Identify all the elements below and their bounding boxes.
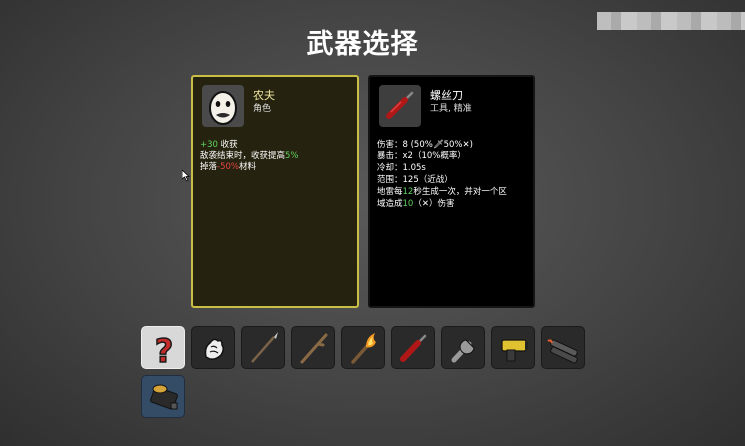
effect-value: -50% [217,162,239,172]
weapon-slot-taser[interactable] [491,326,535,369]
effect-text: 秒生成一次，并对一个区 [413,187,507,197]
weapon-cooldown: 冷却：1.05s [377,163,426,173]
ammo-crate-gun-icon [150,384,178,410]
random-question-icon: ? [154,331,174,370]
effect-value: 5% [285,151,299,161]
screwdriver-icon [400,334,427,362]
effect-text: 地雷每 [377,187,403,197]
harvest-value: +30 [200,140,218,150]
spear-icon [251,332,278,363]
mouse-cursor-icon [182,170,191,182]
egg-face-icon [209,91,237,125]
effect-text: 掉落 [200,162,218,172]
effect-text: （✕）伤害 [413,199,455,209]
character-effect-harvest-increase: 敌袭结束时，收获提高5% [200,151,299,163]
weapon-card: 螺丝刀 工具, 精准 伤害：8 (50%🗡50%✕) 暴击：x2（10%概率） … [368,75,535,308]
torch-icon [351,333,376,364]
weapon-slot-screwdriver[interactable] [391,326,435,369]
blurred-overlay [597,12,745,30]
wrench-icon [451,339,475,363]
character-stat-harvest: +30 收获 [200,140,238,152]
weapon-slot-spear[interactable] [241,326,285,369]
weapon-portrait [379,85,421,127]
character-effect-materials: 掉落-50%材料 [200,162,256,174]
svg-text:?: ? [155,332,174,370]
effect-value: 10 [402,199,414,209]
screwdriver-icon [386,91,414,119]
weapon-slot-random[interactable]: ? [141,326,185,370]
weapon-effect-line2: 域造成10（✕）伤害 [377,199,454,211]
weapon-effect-line1: 地雷每12秒生成一次，并对一个区 [377,187,507,199]
weapon-slot-double-barrel[interactable] [541,326,585,369]
weapon-slot-wrench[interactable] [441,326,485,369]
weapon-slot-fist[interactable] [191,326,235,369]
character-card: 农夫 角色 +30 收获 敌袭结束时，收获提高5% 掉落-50%材料 [191,75,359,308]
weapon-range: 范围：125（近战） [377,175,453,185]
effect-value: 12 [402,187,414,197]
character-portrait [202,85,244,127]
harvest-label: 收获 [220,140,238,150]
effect-text: 敌袭结束时，收获提高 [200,151,286,161]
effect-text: 材料 [238,162,256,172]
taser-gun-icon [501,339,528,362]
weapon-slot-ammo-gun[interactable] [141,375,185,418]
double-barrel-gun-icon [547,339,578,364]
weapon-slot-stick[interactable] [291,326,335,369]
weapon-slot-torch[interactable] [341,326,385,369]
weapon-class: 工具, 精准 [430,104,472,114]
weapon-damage: 伤害：8 (50%🗡50%✕) [377,140,473,150]
effect-text: 域造成 [377,199,403,209]
character-type: 角色 [253,104,272,114]
stick-icon [300,333,328,364]
weapon-crit: 暴击：x2（10%概率） [377,151,466,161]
fist-hand-icon [204,338,225,360]
